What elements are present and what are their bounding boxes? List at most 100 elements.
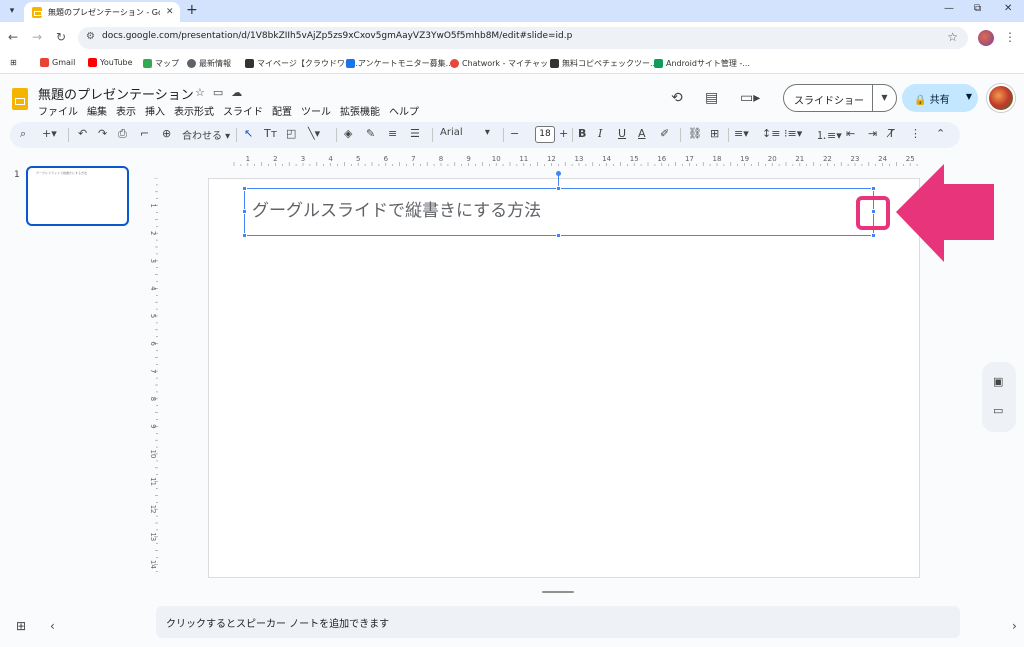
numbered-list-icon[interactable]: ⒈≡▾ (816, 127, 842, 143)
print-icon[interactable]: ⎙ (118, 127, 127, 141)
cloud-status-icon[interactable]: ☁ (231, 86, 242, 99)
bookmark-chatwork[interactable]: Chatwork - マイチャット (450, 58, 556, 69)
site-info-icon[interactable]: ⚙ (86, 31, 95, 42)
menu-format[interactable]: 表示形式 (174, 103, 214, 118)
speaker-notes[interactable]: クリックするとスピーカー ノートを追加できます (156, 606, 960, 638)
decrease-font-size-icon[interactable]: − (510, 127, 519, 140)
bookmark-maps[interactable]: マップ (143, 58, 179, 69)
bookmark-star-icon[interactable]: ☆ (947, 30, 958, 44)
bookmark-news[interactable]: 最新情報 (187, 58, 231, 69)
menu-insert[interactable]: 挿入 (145, 103, 165, 118)
browser-tab[interactable]: 無題のプレゼンテーション - Google ✕ (24, 2, 180, 22)
clear-formatting-icon[interactable]: T̸ (888, 127, 895, 140)
menu-arrange[interactable]: 配置 (272, 103, 292, 118)
back-icon[interactable]: ← (8, 30, 18, 44)
tab-search-icon[interactable]: ▾ (4, 3, 20, 19)
vertical-ruler[interactable]: 1234567891011121314 (146, 178, 158, 576)
slideshow-button[interactable]: スライドショー ▼ (783, 84, 897, 112)
keep-icon[interactable]: ▣ (993, 375, 1003, 388)
version-history-icon[interactable]: ⟲ (671, 90, 683, 106)
bookmark-gmail[interactable]: Gmail (40, 58, 75, 67)
new-tab-button[interactable]: + (186, 2, 198, 18)
add-comment-icon[interactable]: ⊞ (710, 127, 719, 140)
restore-icon[interactable]: ⧉ (974, 3, 981, 14)
bookmark-survey[interactable]: アンケートモニター募集... (346, 58, 453, 69)
rotate-handle[interactable] (556, 171, 561, 176)
line-icon[interactable]: ╲▾ (308, 127, 320, 140)
slides-logo-icon[interactable] (12, 88, 28, 110)
fill-color-icon[interactable]: ◈ (344, 127, 352, 140)
star-icon[interactable]: ☆ (195, 86, 205, 99)
resize-handle-top-left[interactable] (242, 186, 247, 191)
collapse-filmstrip-icon[interactable]: ‹ (50, 619, 55, 633)
search-menus-icon[interactable]: ⌕ (20, 127, 26, 141)
resize-handle-top-right[interactable] (871, 186, 876, 191)
document-title[interactable]: 無題のプレゼンテーション (38, 84, 194, 103)
browser-menu-icon[interactable]: ⋮ (1004, 30, 1016, 44)
menu-file[interactable]: ファイル (38, 103, 78, 118)
border-dash-icon[interactable]: ☰ (410, 127, 420, 140)
border-color-icon[interactable]: ✎ (366, 127, 375, 140)
menu-view[interactable]: 表示 (116, 103, 136, 118)
address-bar[interactable]: ⚙ docs.google.com/presentation/d/1V8bkZI… (78, 27, 968, 49)
notes-resize-handle[interactable] (542, 591, 574, 593)
apps-icon[interactable]: ⊞ (10, 58, 17, 67)
slide-thumbnail[interactable]: グーグルスライドで縦書きにする方法 (26, 166, 129, 226)
resize-handle-bottom-left[interactable] (242, 233, 247, 238)
select-cursor-icon[interactable]: ↖ (244, 127, 253, 140)
menu-edit[interactable]: 編集 (87, 103, 107, 118)
menu-extensions[interactable]: 拡張機能 (340, 103, 380, 118)
user-avatar[interactable] (987, 84, 1015, 112)
bold-icon[interactable]: B (578, 127, 586, 140)
reload-icon[interactable]: ↻ (56, 30, 66, 44)
minimize-icon[interactable]: — (944, 3, 954, 14)
forward-icon[interactable]: → (32, 30, 42, 44)
undo-icon[interactable]: ↶ (78, 127, 87, 140)
resize-handle-left[interactable] (242, 209, 247, 214)
text-box-icon[interactable]: Tт (264, 127, 277, 140)
meet-camera-icon[interactable]: ▭▸ (740, 90, 760, 106)
title-text-box[interactable]: グーグルスライドで縦書きにする方法 (244, 188, 874, 236)
comments-icon[interactable]: ▤ (705, 90, 718, 106)
redo-icon[interactable]: ↷ (98, 127, 107, 140)
grid-view-icon[interactable]: ⊞ (16, 619, 26, 633)
zoom-icon[interactable]: ⊕ (162, 127, 171, 140)
insert-link-icon[interactable]: ⛓ (688, 127, 702, 140)
more-options-icon[interactable]: ⋮ (910, 127, 921, 140)
horizontal-ruler[interactable]: 1 2 3 4 5 6 7 8 9 10 11 12 13 14 15 16 17 18 19 20 21 22 23 24 2… (210, 154, 920, 166)
resize-handle-bottom-right[interactable] (871, 233, 876, 238)
border-weight-icon[interactable]: ≡ (388, 127, 397, 140)
align-icon[interactable]: ≡▾ (734, 127, 749, 140)
paint-format-icon[interactable]: ⌐ (140, 127, 149, 140)
menu-tools[interactable]: ツール (301, 103, 331, 118)
browser-profile-avatar[interactable] (978, 30, 994, 46)
underline-icon[interactable]: U (618, 127, 626, 140)
slideshow-dropdown-icon[interactable]: ▼ (872, 85, 896, 111)
menu-slide[interactable]: スライド (223, 103, 263, 118)
zoom-select[interactable]: 合わせる ▾ (182, 127, 230, 142)
menu-help[interactable]: ヘルプ (389, 103, 419, 118)
increase-indent-icon[interactable]: ⇥ (868, 127, 877, 140)
highlight-color-icon[interactable]: ✐ (660, 127, 669, 140)
resize-handle-top[interactable] (556, 186, 561, 191)
italic-icon[interactable]: I (598, 127, 602, 140)
move-folder-icon[interactable]: ▭ (213, 86, 223, 99)
image-shape-icon[interactable]: ◰ (286, 127, 296, 140)
speaker-notes-placeholder[interactable]: クリックするとスピーカー ノートを追加できます (166, 615, 389, 630)
tab-close-icon[interactable]: ✕ (166, 7, 174, 17)
slide-canvas[interactable] (208, 178, 920, 578)
expand-side-panel-icon[interactable]: › (1012, 619, 1017, 633)
bookmark-youtube[interactable]: YouTube (88, 58, 133, 67)
bookmark-copy-check[interactable]: 無料コピペチェックツー... (550, 58, 658, 69)
folder-icon[interactable]: ▭ (993, 404, 1003, 417)
url-text[interactable]: docs.google.com/presentation/d/1V8bkZIIh… (102, 31, 572, 41)
increase-font-size-icon[interactable]: + (559, 127, 568, 140)
close-window-icon[interactable]: ✕ (1004, 3, 1012, 14)
font-size-input[interactable]: 18 (535, 126, 555, 143)
bulleted-list-icon[interactable]: ⁝≡▾ (784, 127, 802, 140)
font-family-select[interactable]: Arial ▾ (440, 127, 490, 138)
title-text[interactable]: グーグルスライドで縦書きにする方法 (252, 196, 541, 221)
bookmark-android[interactable]: Androidサイト管理 -... (654, 58, 750, 69)
bookmark-crowdworks[interactable]: マイページ【クラウドワー... (245, 58, 360, 69)
decrease-indent-icon[interactable]: ⇤ (846, 127, 855, 140)
